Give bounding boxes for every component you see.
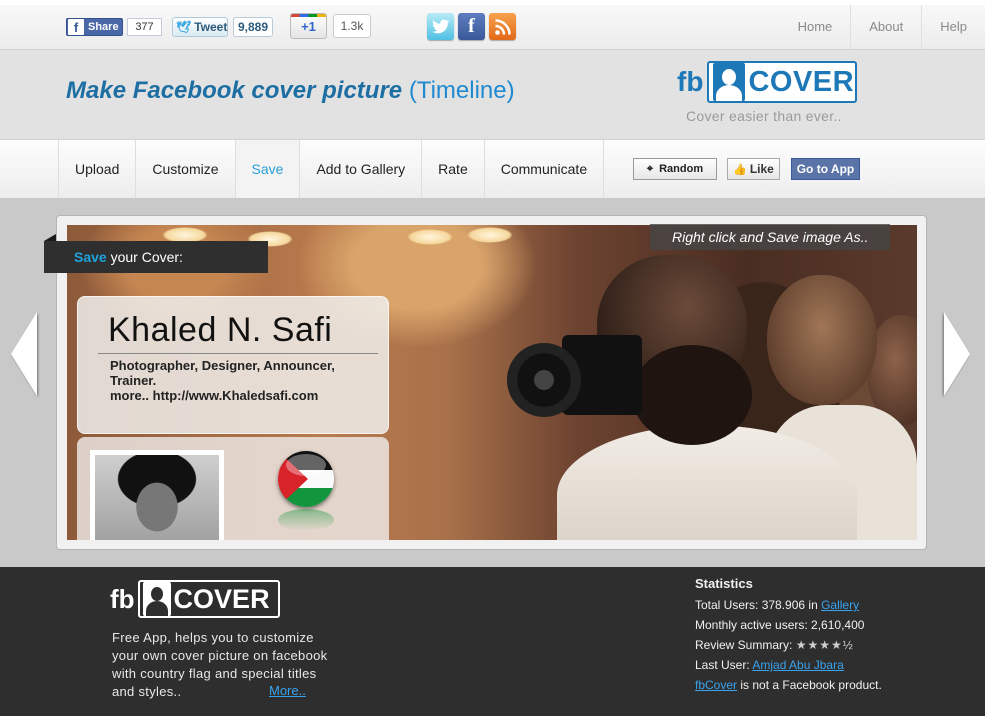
facebook-icon: f (68, 19, 84, 35)
gallery-link[interactable]: Gallery (821, 598, 859, 612)
facebook-square-icon[interactable]: f (458, 13, 485, 40)
logo-cover-text: COVER (748, 65, 855, 98)
desc-line: Trainer. (110, 373, 157, 388)
stat-monthly-users: Monthly active users: 2,610,400 (695, 618, 865, 632)
menu-item-customize[interactable]: Customize (136, 140, 236, 198)
right-click-hint: Right click and Save image As.. (650, 224, 890, 250)
arrow-left-icon[interactable] (11, 312, 37, 396)
page-title-paren: (Timeline) (408, 77, 515, 104)
desc-line: more.. http://www.Khaledsafi.com (110, 388, 319, 403)
random-button[interactable]: ⌖ Random (633, 158, 717, 180)
random-label: Random (659, 163, 704, 175)
photo-camera (507, 335, 642, 417)
menu-item-communicate[interactable]: Communicate (485, 140, 605, 198)
total-users-value: 378.906 (761, 598, 806, 612)
palestine-flag-icon (278, 451, 334, 507)
top-nav: Home About Help (780, 5, 985, 49)
google-plus-button[interactable]: +1 (290, 13, 327, 39)
arrow-right-icon[interactable] (944, 312, 970, 396)
ceiling-light (467, 227, 513, 243)
footer-logo-cover-text: COVER (173, 583, 270, 614)
menu-item-rate[interactable]: Rate (422, 140, 485, 198)
footer-description: Free App, helps you to customize your ow… (112, 630, 328, 699)
logo-box: COVER (707, 61, 858, 103)
go-to-app-button[interactable]: Go to App (791, 158, 860, 180)
google-plus-count: 1.3k (333, 14, 371, 38)
nav-about[interactable]: About (850, 5, 921, 49)
stat-review-summary: Review Summary: ★★★★½ (695, 638, 854, 652)
disclaimer: fbCover is not a Facebook product. (695, 678, 882, 692)
tagline: Cover easier than ever.. (686, 108, 842, 124)
profile-photo (95, 455, 219, 540)
facebook-share-button[interactable]: f Share (66, 18, 123, 36)
logo-fb-text: fb (677, 66, 704, 97)
share-label: Share (88, 21, 119, 33)
menu-item-add-to-gallery[interactable]: Add to Gallery (300, 140, 423, 198)
statistics-title: Statistics (695, 576, 753, 591)
ceiling-light (407, 229, 453, 245)
menu-item-upload[interactable]: Upload (59, 140, 137, 198)
save-word: Save (74, 249, 107, 265)
twitter-icon[interactable] (427, 13, 454, 40)
tweet-button[interactable]: 🕊 Tweet (172, 17, 228, 37)
save-rest: your Cover: (106, 249, 183, 265)
photo-background-person (767, 275, 877, 405)
top-bar: f Share 377 🕊 Tweet 9,889 +1 1.3k f Home… (0, 0, 985, 50)
fbcover-logo[interactable]: fb COVER (677, 60, 858, 104)
twitter-bird-icon: 🕊 (176, 20, 192, 34)
cover-name: Khaled N. Safi (108, 311, 333, 349)
footer-more-link[interactable]: More.. (269, 683, 306, 698)
tweet-count: 9,889 (233, 17, 273, 37)
nav-home[interactable]: Home (780, 5, 851, 49)
thumbs-up-icon: 👍 (733, 163, 747, 176)
cover-description: Photographer, Designer, Announcer, Train… (110, 358, 350, 403)
footer-logo-fb-text: fb (110, 583, 135, 614)
profile-picture (90, 450, 224, 540)
like-label: Like (749, 162, 774, 176)
nav-help[interactable]: Help (921, 5, 985, 49)
rss-icon[interactable] (489, 13, 516, 40)
menu-item-save[interactable]: Save (235, 140, 301, 198)
rating-stars-icon: ★★★★½ (795, 638, 854, 652)
page-title: Make Facebook cover picture (Timeline) (66, 77, 515, 105)
google-plus-label: +1 (301, 19, 316, 34)
fbcover-link[interactable]: fbCover (695, 678, 737, 692)
header-band: Make Facebook cover picture (Timeline) f… (0, 50, 985, 140)
tweet-label: Tweet (194, 20, 228, 34)
step-menu: Upload Customize Save Add to Gallery Rat… (58, 140, 605, 198)
footer-logo[interactable]: fb COVER (110, 579, 280, 619)
camera-lens (507, 343, 581, 417)
photo-photographer-beard (632, 345, 752, 445)
avatar-silhouette-icon (142, 582, 171, 616)
monthly-users-value: 2,610,400 (811, 618, 865, 632)
avatar-silhouette-icon (713, 63, 746, 101)
last-user-link[interactable]: Amjad Abu Jbara (752, 658, 843, 672)
flag-reflection (278, 509, 334, 531)
footer-logo-box: COVER (137, 580, 280, 618)
crosshair-icon: ⌖ (646, 162, 654, 175)
name-card: Khaled N. Safi Photographer, Designer, A… (77, 296, 389, 434)
share-count: 377 (127, 18, 162, 36)
stat-total-users: Total Users: 378.906 in Gallery (695, 598, 860, 612)
footer: fb COVER Free App, helps you to customiz… (0, 567, 985, 716)
statistics-panel: Statistics Total Users: 378.906 in Galle… (695, 575, 882, 695)
desc-line: Photographer, Designer, Announcer, (110, 358, 335, 373)
like-button[interactable]: 👍 Like (727, 158, 780, 180)
save-cover-label: Save your Cover: (44, 234, 268, 273)
page-title-main: Make Facebook cover picture (66, 77, 403, 104)
name-divider (98, 353, 378, 354)
stat-last-user: Last User: Amjad Abu Jbara (695, 658, 844, 672)
